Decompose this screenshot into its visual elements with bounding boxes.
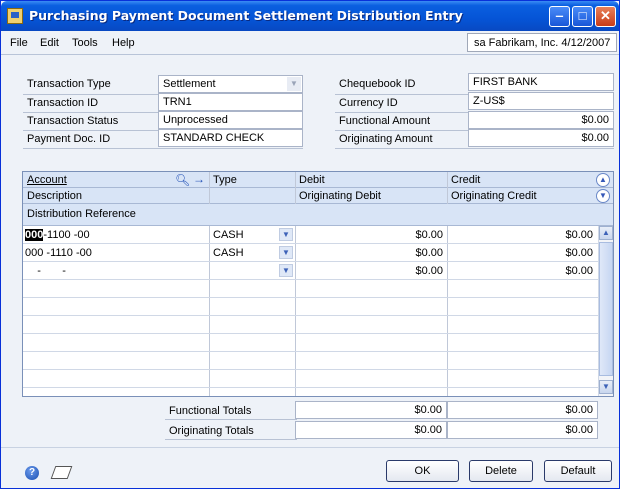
- payment-doc-id-field: STANDARD CHECK: [158, 129, 303, 147]
- type-cell[interactable]: CASH: [213, 247, 244, 259]
- grid-header-row-1: Account 🔍︎ → Type Debit Credit ▲: [23, 172, 613, 188]
- column-divider: [209, 172, 210, 204]
- expand-arrow-icon[interactable]: →: [193, 172, 205, 186]
- account-column-header[interactable]: Account: [27, 174, 67, 186]
- app-window-icon: [7, 8, 23, 24]
- scroll-thumb[interactable]: [599, 242, 613, 376]
- collapse-rows-icon[interactable]: ▲: [596, 173, 610, 187]
- user-company-date: sa Fabrikam, Inc. 4/12/2007: [467, 33, 617, 52]
- empty-row[interactable]: [23, 280, 598, 298]
- empty-row[interactable]: [23, 370, 598, 388]
- account-segment-selected: 000: [25, 229, 44, 241]
- empty-row[interactable]: [23, 316, 598, 334]
- menu-bar: File Edit Tools Help sa Fabrikam, Inc. 4…: [1, 31, 619, 55]
- column-divider: [295, 172, 296, 204]
- functional-amount-label: Functional Amount: [339, 115, 431, 127]
- default-button[interactable]: Default: [544, 460, 612, 482]
- maximize-button[interactable]: □: [572, 6, 593, 27]
- empty-row[interactable]: [23, 334, 598, 352]
- close-button[interactable]: ✕: [595, 6, 616, 27]
- originating-totals-credit: $0.00: [447, 421, 598, 439]
- functional-totals-debit: $0.00: [295, 401, 447, 419]
- chequebook-id-field: FIRST BANK: [468, 73, 614, 91]
- account-cell[interactable]: 000-1100 -00: [25, 229, 90, 241]
- help-icon[interactable]: ?: [25, 466, 39, 480]
- transaction-status-label: Transaction Status: [27, 115, 119, 127]
- credit-cell[interactable]: $0.00: [451, 265, 593, 277]
- table-row[interactable]: 000-1100 -00 CASH ▼ $0.00 $0.00: [23, 226, 598, 244]
- note-icon[interactable]: [50, 466, 73, 479]
- scroll-up-icon[interactable]: ▲: [599, 226, 613, 240]
- vertical-scrollbar[interactable]: ▲ ▼: [598, 226, 613, 396]
- transaction-type-label: Transaction Type: [27, 78, 111, 90]
- debit-column-header: Debit: [299, 174, 325, 186]
- currency-id-field: Z-US$: [468, 92, 614, 110]
- table-row[interactable]: 000 -1110 -00 CASH ▼ $0.00 $0.00: [23, 244, 598, 262]
- functional-amount-field: $0.00: [468, 111, 614, 129]
- account-cell[interactable]: - -: [25, 265, 66, 277]
- divider: [165, 439, 297, 440]
- chevron-down-icon[interactable]: ▼: [279, 246, 293, 259]
- type-cell[interactable]: CASH: [213, 229, 244, 241]
- chevron-down-icon[interactable]: ▼: [279, 264, 293, 277]
- debit-cell[interactable]: $0.00: [299, 265, 443, 277]
- expand-rows-icon[interactable]: ▼: [596, 189, 610, 203]
- distribution-grid: Account 🔍︎ → Type Debit Credit ▲ Descrip…: [22, 171, 614, 397]
- chequebook-id-label: Chequebook ID: [339, 78, 416, 90]
- ok-button[interactable]: OK: [386, 460, 459, 482]
- account-segment-rest: -1100 -00: [43, 229, 90, 241]
- originating-amount-label: Originating Amount: [339, 133, 433, 145]
- originating-debit-column-header: Originating Debit: [299, 190, 381, 202]
- chevron-down-icon[interactable]: ▼: [279, 228, 293, 241]
- description-column-header: Description: [27, 190, 83, 202]
- menu-edit[interactable]: Edit: [40, 37, 59, 49]
- minimize-button[interactable]: ‒: [549, 6, 570, 27]
- bottom-toolbar: ? OK Delete Default: [1, 447, 619, 488]
- distribution-reference-column-header: Distribution Reference: [27, 208, 136, 220]
- grid-header-row-2: Description Originating Debit Originatin…: [23, 188, 613, 204]
- grid-header-row-3: Distribution Reference: [23, 204, 613, 226]
- transaction-type-select[interactable]: Settlement ▼: [158, 75, 303, 93]
- originating-totals-debit: $0.00: [295, 421, 447, 439]
- scroll-down-icon[interactable]: ▼: [599, 380, 613, 394]
- debit-cell[interactable]: $0.00: [299, 229, 443, 241]
- empty-row[interactable]: [23, 298, 598, 316]
- lookup-magnifier-icon[interactable]: 🔍︎: [175, 173, 190, 187]
- functional-totals-credit: $0.00: [447, 401, 598, 419]
- transaction-type-value: Settlement: [163, 78, 216, 90]
- originating-credit-column-header: Originating Credit: [451, 190, 537, 202]
- menu-tools[interactable]: Tools: [72, 37, 98, 49]
- menu-file[interactable]: File: [10, 37, 28, 49]
- chevron-down-icon: ▼: [287, 77, 301, 91]
- window-title: Purchasing Payment Document Settlement D…: [29, 8, 463, 23]
- column-divider: [447, 172, 448, 204]
- currency-id-label: Currency ID: [339, 97, 398, 109]
- payment-doc-id-label: Payment Doc. ID: [27, 133, 111, 145]
- credit-cell[interactable]: $0.00: [451, 247, 593, 259]
- delete-button[interactable]: Delete: [469, 460, 533, 482]
- originating-amount-field: $0.00: [468, 129, 614, 147]
- transaction-id-label: Transaction ID: [27, 97, 99, 109]
- debit-cell[interactable]: $0.00: [299, 247, 443, 259]
- menu-help[interactable]: Help: [112, 37, 135, 49]
- credit-column-header: Credit: [451, 174, 481, 186]
- transaction-id-field: TRN1: [158, 93, 303, 111]
- table-row[interactable]: - - ▼ $0.00 $0.00: [23, 262, 598, 280]
- originating-totals-label: Originating Totals: [169, 425, 254, 437]
- credit-cell[interactable]: $0.00: [451, 229, 593, 241]
- divider: [165, 419, 297, 420]
- account-cell[interactable]: 000 -1110 -00: [25, 247, 92, 259]
- empty-row[interactable]: [23, 352, 598, 370]
- divider: [23, 148, 303, 149]
- divider: [335, 148, 614, 149]
- functional-totals-label: Functional Totals: [169, 405, 252, 417]
- type-column-header: Type: [213, 174, 237, 186]
- settlement-distribution-window: Purchasing Payment Document Settlement D…: [0, 0, 620, 489]
- title-bar[interactable]: Purchasing Payment Document Settlement D…: [1, 1, 619, 31]
- transaction-status-field: Unprocessed: [158, 111, 303, 129]
